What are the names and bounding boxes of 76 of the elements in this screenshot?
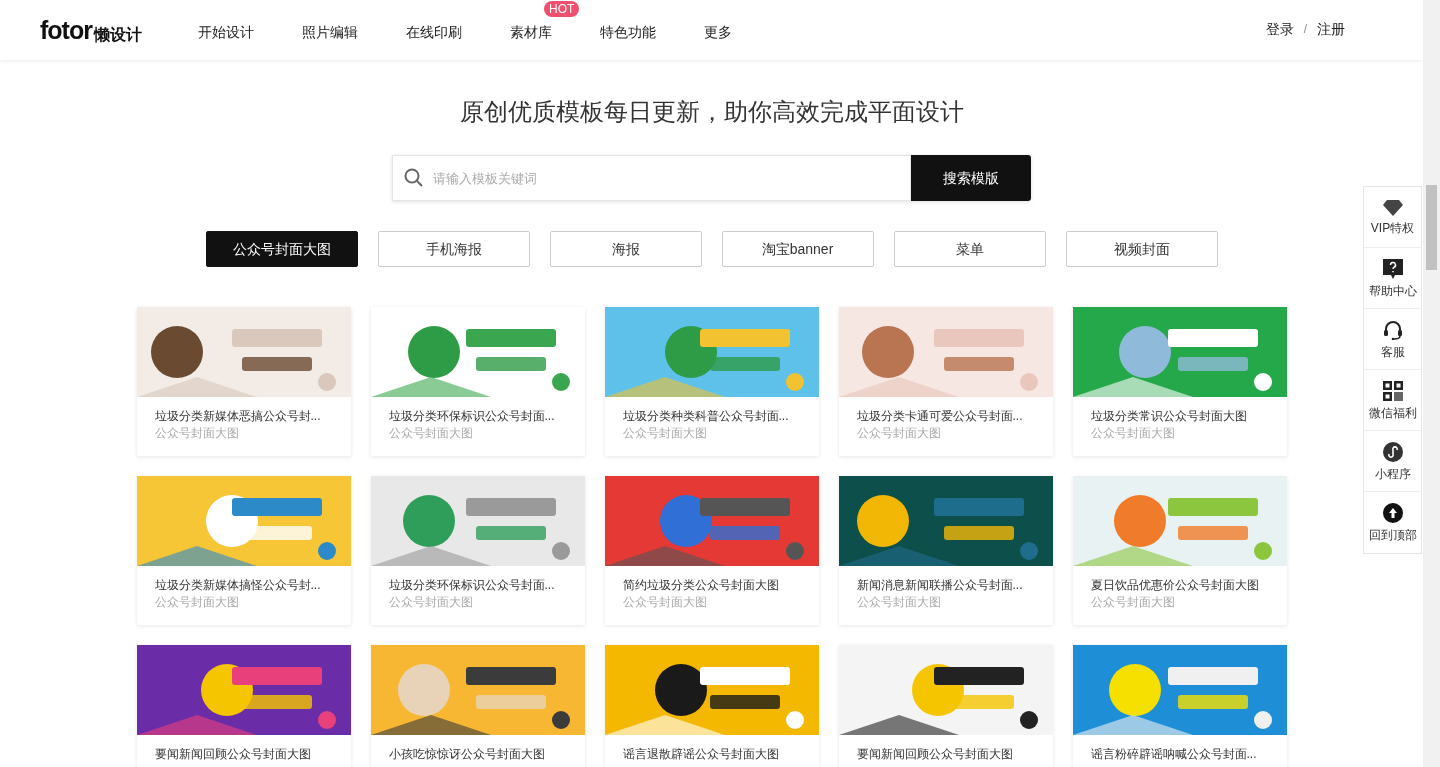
template-category: 公众号封面大图 [388, 425, 474, 442]
template-title: 谣言粉碎辟谣呐喊公众号封面... [1090, 746, 1258, 763]
template-category: 公众号封面大图 [388, 594, 474, 611]
category-tab[interactable]: 公众号封面大图 [205, 231, 358, 267]
template-title: 要闻新闻回顾公众号封面大图 [856, 746, 1014, 763]
template-card[interactable]: 垃圾分类环保标识公众号封面... 公众号封面大图 [370, 307, 585, 456]
search-icon [404, 168, 424, 188]
template-title: 新闻消息新闻联播公众号封面... [856, 577, 1024, 594]
logo-wordmark: fotor [40, 17, 92, 43]
template-title: 垃圾分类新媒体恶搞公众号封... [154, 408, 322, 425]
template-category: 公众号封面大图 [154, 594, 240, 611]
template-card[interactable]: 垃圾分类环保标识公众号封面... 公众号封面大图 [370, 476, 585, 625]
template-card[interactable]: 新闻消息新闻联播公众号封面... 公众号封面大图 [838, 476, 1053, 625]
template-card[interactable]: 要闻新闻回顾公众号封面大图 [838, 645, 1053, 767]
template-category: 公众号封面大图 [856, 425, 942, 442]
template-title: 夏日饮品优惠价公众号封面大图 [1090, 577, 1260, 594]
template-title: 简约垃圾分类公众号封面大图 [622, 577, 780, 594]
scrollbar[interactable] [1423, 0, 1440, 767]
template-card[interactable]: 简约垃圾分类公众号封面大图 公众号封面大图 [604, 476, 819, 625]
logo[interactable]: fotor懒设计 [40, 17, 198, 43]
template-card[interactable]: 垃圾分类种类科普公众号封面... 公众号封面大图 [604, 307, 819, 456]
side-tool[interactable]: VIP特权 [1364, 187, 1421, 248]
help-icon [1382, 258, 1403, 279]
arrow-up-icon [1382, 503, 1403, 523]
register-link[interactable]: 注册 [1317, 18, 1345, 40]
template-card[interactable]: 谣言粉碎辟谣呐喊公众号封面... [1072, 645, 1287, 767]
template-title: 垃圾分类新媒体搞怪公众号封... [154, 577, 322, 594]
category-tab[interactable]: 菜单 [893, 231, 1046, 267]
template-title: 垃圾分类卡通可爱公众号封面... [856, 408, 1024, 425]
nav-link[interactable]: 开始设计 [198, 24, 254, 40]
template-title: 谣言退散辟谣公众号封面大图 [622, 746, 780, 763]
template-card[interactable]: 谣言退散辟谣公众号封面大图 [604, 645, 819, 767]
diamond-icon [1382, 199, 1403, 216]
headline: 原创优质模板每日更新，助你高效完成平面设计 [459, 97, 964, 127]
nav-link[interactable]: 在线印刷 [406, 24, 462, 40]
mini-program-icon [1382, 441, 1403, 462]
template-card[interactable]: 垃圾分类常识公众号封面大图 公众号封面大图 [1072, 307, 1287, 456]
template-title: 垃圾分类常识公众号封面大图 [1090, 408, 1248, 425]
nav-link[interactable]: 照片编辑 [302, 24, 358, 40]
category-tab[interactable]: 手机海报 [377, 231, 530, 267]
template-category: 公众号封面大图 [622, 425, 708, 442]
qr-code-icon [1382, 380, 1403, 401]
separator: / [1303, 21, 1307, 38]
side-tool[interactable]: 帮助中心 [1364, 248, 1421, 309]
side-tool[interactable]: 回到顶部 [1364, 492, 1421, 553]
template-category: 公众号封面大图 [1090, 594, 1176, 611]
template-category: 公众号封面大图 [622, 594, 708, 611]
search-field[interactable]: 请输入模板关键词 [392, 155, 911, 201]
nav-link[interactable]: 素材库 [510, 24, 552, 40]
search-button[interactable]: 搜索模版 [911, 155, 1031, 201]
nav-link[interactable]: 特色功能 [600, 24, 656, 40]
template-card[interactable]: 夏日饮品优惠价公众号封面大图 公众号封面大图 [1072, 476, 1287, 625]
template-title: 垃圾分类种类科普公众号封面... [622, 408, 790, 425]
logo-suffix: 懒设计 [93, 26, 142, 43]
template-card[interactable]: 小孩吃惊惊讶公众号封面大图 [370, 645, 585, 767]
hot-badge: HOT [544, 1, 580, 17]
category-tab[interactable]: 视频封面 [1065, 231, 1218, 267]
template-title: 小孩吃惊惊讶公众号封面大图 [388, 746, 546, 763]
template-title: 垃圾分类环保标识公众号封面... [388, 408, 556, 425]
template-card[interactable]: 垃圾分类新媒体恶搞公众号封... 公众号封面大图 [136, 307, 351, 456]
template-title: 垃圾分类环保标识公众号封面... [388, 577, 556, 594]
category-tab[interactable]: 淘宝banner [721, 231, 874, 267]
login-link[interactable]: 登录 [1265, 18, 1294, 40]
side-tool[interactable]: 小程序 [1364, 431, 1421, 492]
template-card[interactable]: 垃圾分类新媒体搞怪公众号封... 公众号封面大图 [136, 476, 351, 625]
template-category: 公众号封面大图 [856, 594, 942, 611]
nav-link[interactable]: 更多 [704, 24, 732, 40]
template-card[interactable]: 要闻新闻回顾公众号封面大图 [136, 645, 351, 767]
side-tool[interactable]: 微信福利 [1364, 370, 1421, 431]
template-category: 公众号封面大图 [1090, 425, 1176, 442]
headset-icon [1382, 319, 1403, 340]
template-title: 要闻新闻回顾公众号封面大图 [154, 746, 312, 763]
template-category: 公众号封面大图 [154, 425, 240, 442]
side-tool[interactable]: 客服 [1364, 309, 1421, 370]
template-card[interactable]: 垃圾分类卡通可爱公众号封面... 公众号封面大图 [838, 307, 1053, 456]
category-tab[interactable]: 海报 [549, 231, 702, 267]
